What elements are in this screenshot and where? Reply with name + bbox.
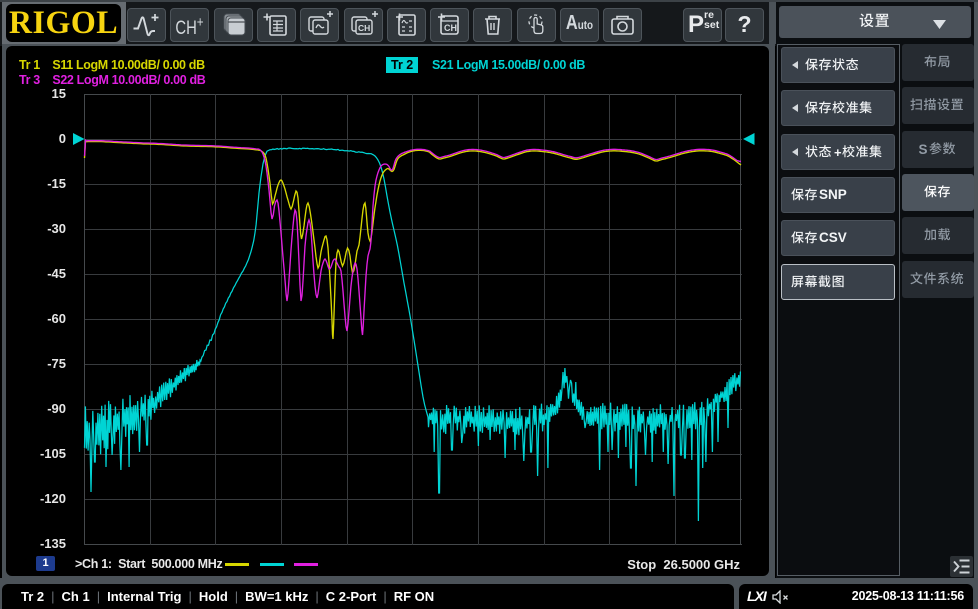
svg-text:SNP: SNP (819, 188, 847, 202)
svg-text:CSV: CSV (819, 231, 847, 245)
